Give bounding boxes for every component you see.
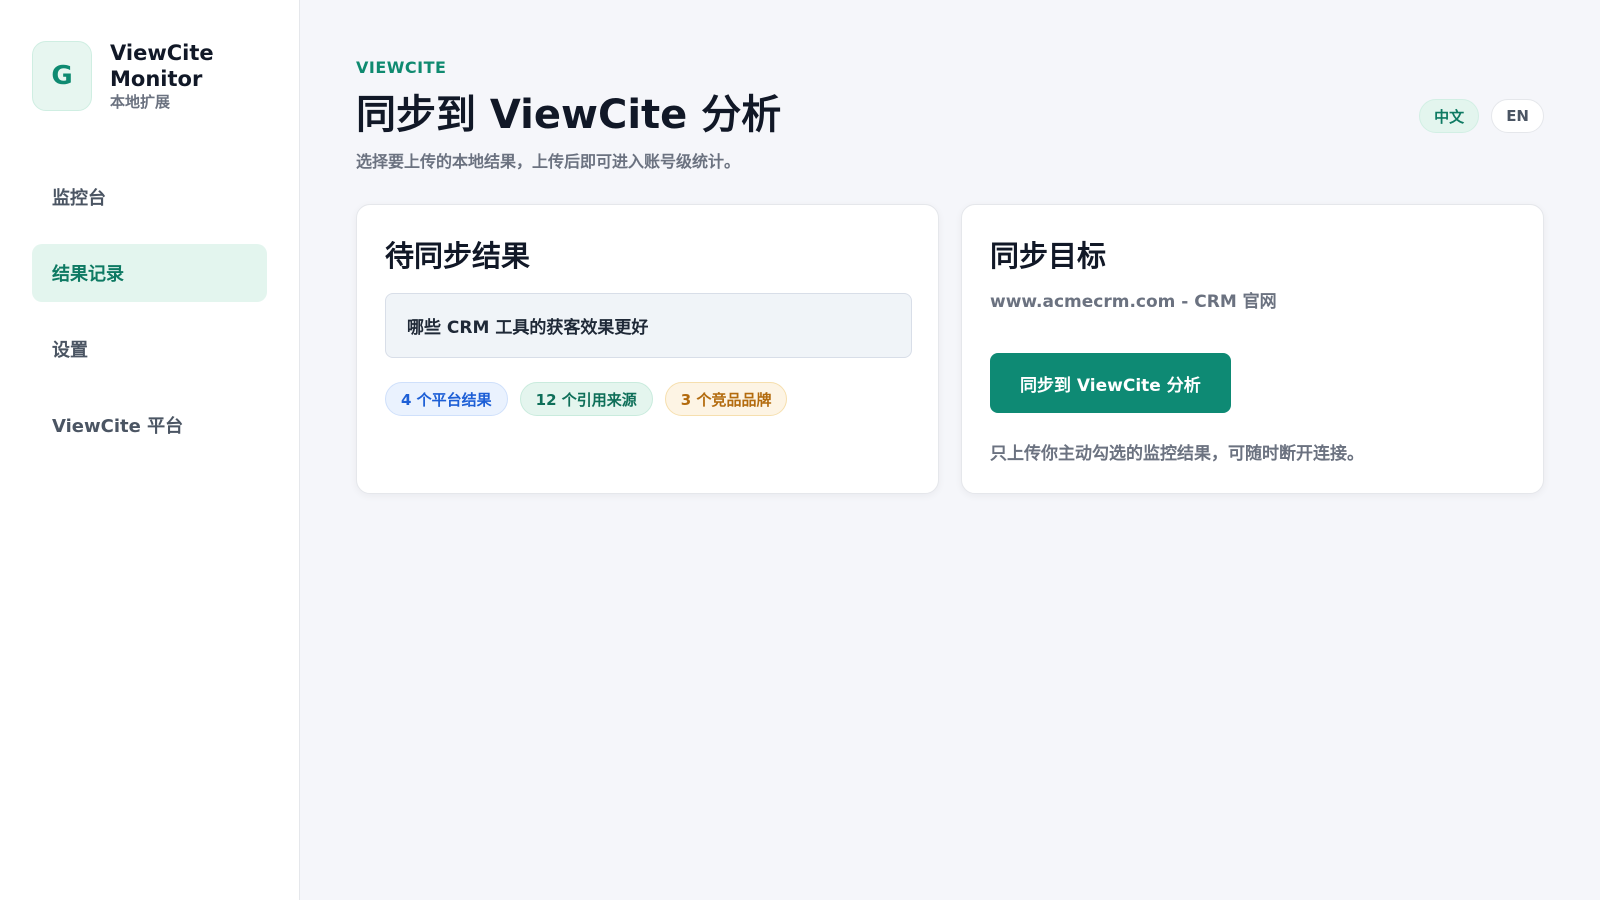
sidebar-nav: 监控台 结果记录 设置 ViewCite 平台 [32, 168, 267, 472]
sync-target-title: 同步目标 [990, 239, 1107, 273]
brand-subtitle: 本地扩展 [110, 93, 171, 111]
page-subtitle: 选择要上传的本地结果，上传后即可进入账号级统计。 [356, 152, 741, 171]
sync-note: 只上传你主动勾选的监控结果，可随时断开连接。 [990, 444, 1364, 464]
pending-results-card: 待同步结果 哪些 CRM 工具的获客效果更好 4 个平台结果 12 个引用来源 … [356, 204, 939, 494]
language-zh-button[interactable]: 中文 [1419, 99, 1480, 133]
sync-to-viewcite-button[interactable]: 同步到 ViewCite 分析 [990, 353, 1231, 413]
brand-text: ViewCite Monitor 本地扩展 [110, 40, 230, 112]
platform-count-badge: 4 个平台结果 [385, 382, 508, 416]
result-chips: 4 个平台结果 12 个引用来源 3 个竞品品牌 [385, 382, 788, 416]
brand-count-badge: 3 个竞品品牌 [664, 382, 788, 416]
sidebar-item-viewcite-platform[interactable]: ViewCite 平台 [32, 396, 267, 454]
target-site: www.acmecrm.com - CRM 官网 [990, 292, 1277, 312]
brand-logo-icon: G [32, 41, 92, 111]
brand: G ViewCite Monitor 本地扩展 [32, 41, 230, 112]
query-box: 哪些 CRM 工具的获客效果更好 [385, 293, 912, 358]
page-eyebrow: VIEWCITE [356, 58, 447, 77]
language-switcher: 中文 EN [1419, 99, 1544, 133]
sidebar-item-results[interactable]: 结果记录 [32, 244, 267, 302]
language-en-button[interactable]: EN [1491, 99, 1544, 133]
brand-name: ViewCite Monitor [110, 41, 214, 91]
source-count-badge: 12 个引用来源 [519, 382, 653, 416]
sidebar: G ViewCite Monitor 本地扩展 监控台 结果记录 设置 View… [0, 0, 300, 900]
page-title: 同步到 ViewCite 分析 [356, 92, 782, 138]
sync-target-card: 同步目标 www.acmecrm.com - CRM 官网 同步到 ViewCi… [961, 204, 1544, 494]
sidebar-item-dashboard[interactable]: 监控台 [32, 168, 267, 226]
sidebar-item-settings[interactable]: 设置 [32, 320, 267, 378]
pending-results-title: 待同步结果 [385, 239, 531, 273]
